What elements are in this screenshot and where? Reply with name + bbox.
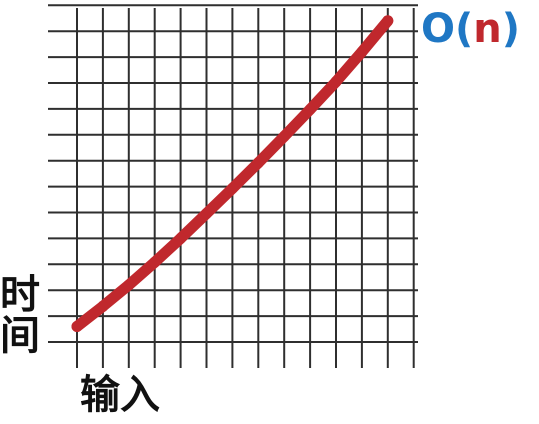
series-point bbox=[382, 15, 394, 27]
chart-title-part: ) bbox=[502, 6, 520, 52]
series-point bbox=[304, 103, 316, 115]
series-point bbox=[175, 232, 187, 244]
series-point bbox=[278, 130, 290, 142]
chart-title-part: n bbox=[473, 6, 501, 52]
y-axis-label-line-2: 间 bbox=[0, 313, 40, 359]
chart-title: O(n) bbox=[421, 6, 520, 52]
y-axis-label-line-1: 时 bbox=[0, 272, 40, 318]
series-point bbox=[330, 76, 342, 88]
series-point bbox=[252, 157, 264, 169]
x-axis-label: 输入 bbox=[80, 372, 160, 418]
chart-title-part: O( bbox=[421, 6, 473, 52]
series-point bbox=[356, 46, 368, 58]
series-point bbox=[149, 256, 161, 268]
series-point bbox=[201, 208, 212, 219]
series-point bbox=[226, 182, 238, 194]
series-point bbox=[97, 300, 109, 312]
line-chart: O(n) 时 间 输入 bbox=[0, 4, 520, 418]
series-point bbox=[71, 321, 83, 332]
series-point bbox=[123, 279, 135, 291]
